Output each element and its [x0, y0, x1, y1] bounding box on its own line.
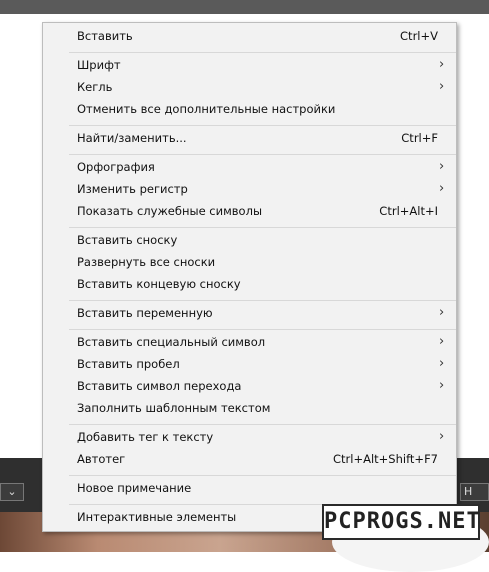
- chevron-right-icon: ›: [439, 305, 445, 320]
- toolbar-right-field[interactable]: Н: [460, 483, 489, 501]
- menu-separator: [69, 329, 456, 330]
- menu-item-shortcut: Ctrl+Alt+I: [379, 204, 438, 218]
- menu-item-label: Шрифт: [77, 58, 121, 72]
- context-menu: Вставить Ctrl+V Шрифт › Кегль › Отменить все д…: [42, 22, 457, 532]
- menu-item-show-hidden-chars[interactable]: Показать служебные символы Ctrl+Alt+I: [43, 202, 456, 223]
- menu-separator: [69, 475, 456, 476]
- menu-item-insert-break[interactable]: Вставить символ перехода ›: [43, 377, 456, 398]
- chevron-right-icon: ›: [439, 429, 445, 444]
- chevron-right-icon: ›: [439, 334, 445, 349]
- toolbar-right-field-text: Н: [464, 485, 473, 498]
- menu-item-expand-footnotes[interactable]: Развернуть все сноски: [43, 253, 456, 274]
- menu-item-shortcut: Ctrl+F: [401, 131, 438, 145]
- menu-separator: [69, 300, 456, 301]
- menu-item-label: Вставить сноску: [77, 233, 178, 247]
- app-title-bar: [0, 0, 489, 14]
- menu-item-label: Найти/заменить...: [77, 131, 187, 145]
- menu-item-insert-space[interactable]: Вставить пробел ›: [43, 355, 456, 376]
- chevron-right-icon: ›: [439, 356, 445, 371]
- menu-item-label: Интерактивные элементы: [77, 510, 237, 524]
- menu-item-size[interactable]: Кегль ›: [43, 78, 456, 99]
- document-area-right: [458, 32, 489, 460]
- menu-item-insert-variable[interactable]: Вставить переменную ›: [43, 304, 456, 325]
- menu-item-insert-endnote[interactable]: Вставить концевую сноску: [43, 275, 456, 296]
- menu-item-spelling[interactable]: Орфография ›: [43, 158, 456, 179]
- menu-separator: [69, 154, 456, 155]
- menu-item-label: Показать служебные символы: [77, 204, 263, 218]
- menu-item-paste[interactable]: Вставить Ctrl+V: [43, 27, 456, 48]
- menu-item-label: Вставить пробел: [77, 357, 180, 371]
- menu-separator: [69, 52, 456, 53]
- menu-item-label: Заполнить шаблонным текстом: [77, 401, 271, 415]
- menu-item-insert-special-char[interactable]: Вставить специальный символ ›: [43, 333, 456, 354]
- menu-item-label: Новое примечание: [77, 481, 192, 495]
- menu-item-label: Орфография: [77, 160, 155, 174]
- menu-item-label: Вставить символ перехода: [77, 379, 242, 393]
- menu-item-label: Вставить специальный символ: [77, 335, 266, 349]
- menu-item-add-tag[interactable]: Добавить тег к тексту ›: [43, 428, 456, 449]
- menu-item-label: Автотег: [77, 452, 126, 466]
- menu-item-label: Вставить концевую сноску: [77, 277, 241, 291]
- menu-item-change-case[interactable]: Изменить регистр ›: [43, 180, 456, 201]
- menu-item-shortcut: Ctrl+Alt+Shift+F7: [332, 452, 438, 466]
- watermark: PCPROGS.NET: [322, 504, 480, 540]
- menu-item-label: Вставить переменную: [77, 306, 213, 320]
- chevron-right-icon: ›: [439, 378, 445, 393]
- menu-item-label: Вставить: [77, 29, 133, 43]
- chevron-down-icon: ⌄: [7, 485, 17, 498]
- chevron-right-icon: ›: [439, 159, 445, 174]
- menu-item-autotag[interactable]: Автотег Ctrl+Alt+Shift+F7: [43, 450, 456, 471]
- chevron-right-icon: ›: [439, 181, 445, 196]
- menu-item-label: Изменить регистр: [77, 182, 188, 196]
- menu-item-reset-settings[interactable]: Отменить все дополнительные настройки: [43, 100, 456, 121]
- menu-item-font[interactable]: Шрифт ›: [43, 56, 456, 77]
- menu-item-shortcut: Ctrl+V: [400, 29, 438, 43]
- chevron-right-icon: ›: [439, 57, 445, 72]
- menu-item-fill-placeholder[interactable]: Заполнить шаблонным текстом: [43, 399, 456, 420]
- menu-separator: [69, 227, 456, 228]
- menu-item-label: Добавить тег к тексту: [77, 430, 214, 444]
- menu-separator: [69, 125, 456, 126]
- menu-item-label: Отменить все дополнительные настройки: [77, 102, 336, 116]
- menu-item-find-replace[interactable]: Найти/заменить... Ctrl+F: [43, 129, 456, 150]
- menu-item-label: Развернуть все сноски: [77, 255, 216, 269]
- menu-item-new-note[interactable]: Новое примечание: [43, 479, 456, 500]
- chevron-right-icon: ›: [439, 79, 445, 94]
- menu-item-label: Кегль: [77, 80, 113, 94]
- menu-item-insert-footnote[interactable]: Вставить сноску: [43, 231, 456, 252]
- toolbar-dropdown-button[interactable]: ⌄: [0, 483, 24, 501]
- menu-separator: [69, 424, 456, 425]
